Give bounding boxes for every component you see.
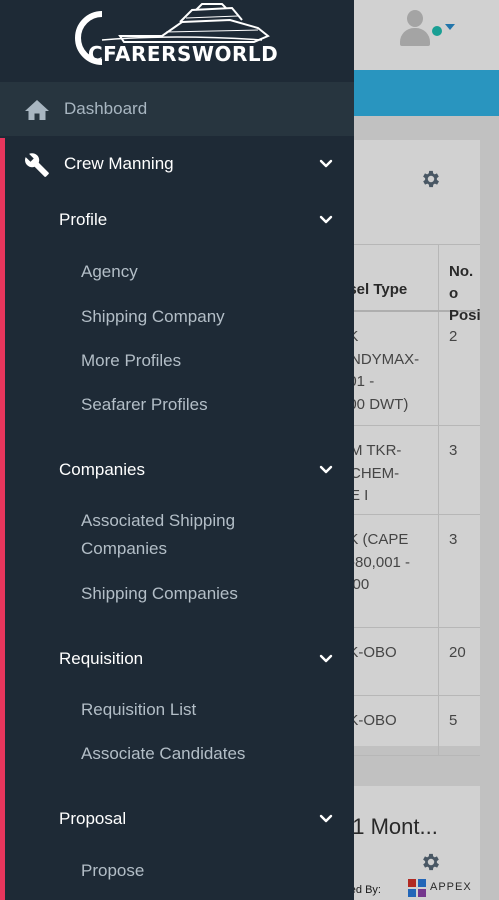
chevron-down-icon [319, 159, 333, 168]
nav-item-requisition-list[interactable]: Requisition List [81, 696, 321, 724]
navigation-drawer: CFARERSWORLD Dashboard Crew Manning Prof… [0, 0, 354, 900]
chevron-down-icon [319, 215, 333, 224]
active-section-indicator [0, 138, 5, 900]
nav-item-dashboard-label: Dashboard [64, 99, 148, 118]
nav-item-seafarer-profiles[interactable]: Seafarer Profiles [81, 391, 321, 419]
nav-item-associate-candidates[interactable]: Associate Candidates [81, 740, 321, 768]
nav-section-crew-manning[interactable]: Crew Manning [0, 142, 354, 186]
nav-item-associated-shipping-companies[interactable]: Associated Shipping Companies [81, 507, 321, 563]
nav-item-shipping-company[interactable]: Shipping Company [81, 303, 321, 331]
nav-item-agency[interactable]: Agency [81, 258, 321, 286]
nav-group-requisition-label: Requisition [59, 649, 144, 668]
nav-item-propose[interactable]: Propose [81, 857, 321, 885]
nav-group-profile[interactable]: Profile [0, 198, 354, 242]
nav-section-crew-manning-label: Crew Manning [64, 154, 174, 173]
nav-group-companies-label: Companies [59, 460, 145, 479]
nav-item-shipping-companies[interactable]: Shipping Companies [81, 580, 321, 608]
nav-group-proposal[interactable]: Proposal [0, 797, 354, 841]
brand-logo-text: CFARERSWORLD [88, 42, 279, 66]
nav-item-dashboard[interactable]: Dashboard [0, 82, 354, 136]
nav-group-requisition[interactable]: Requisition [0, 637, 354, 681]
chevron-down-icon [319, 465, 333, 474]
drawer-logo-header: CFARERSWORLD [0, 0, 354, 70]
nav-group-proposal-label: Proposal [59, 809, 127, 828]
nav-item-more-profiles[interactable]: More Profiles [81, 347, 321, 375]
home-icon [25, 100, 49, 120]
nav-group-profile-label: Profile [59, 210, 108, 229]
chevron-down-icon [319, 654, 333, 663]
chevron-down-icon [319, 814, 333, 823]
nav-group-companies[interactable]: Companies [0, 448, 354, 492]
